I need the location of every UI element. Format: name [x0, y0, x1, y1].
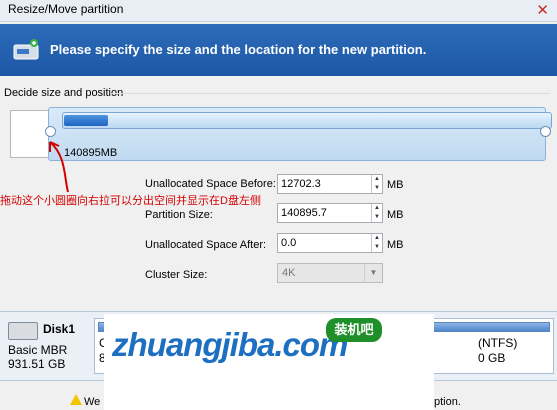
watermark-badge: 装机吧	[326, 318, 382, 342]
unallocated-after-label: Unallocated Space After:	[145, 239, 267, 251]
partition-ntfs-label: (NTFS)	[478, 336, 518, 350]
right-resize-handle[interactable]	[540, 126, 551, 137]
warning-icon	[70, 394, 82, 405]
unallocated-after-input[interactable]: 0.0 ▲ ▼	[277, 233, 383, 253]
partition-size-unit: MB	[387, 209, 404, 221]
disk-type: Basic MBR	[8, 343, 68, 357]
disk-size: 931.51 GB	[8, 357, 66, 371]
cluster-size-value: 4K	[282, 267, 296, 279]
header-banner: Please specify the size and the location…	[0, 24, 557, 76]
cluster-size-select[interactable]: 4K ▼	[277, 263, 383, 283]
watermark-text: zhuangjiba.com	[112, 326, 348, 363]
group-divider	[110, 93, 550, 94]
chevron-down-icon[interactable]: ▼	[364, 264, 382, 282]
disk-name: Disk1	[43, 322, 76, 336]
close-icon[interactable]: ✕	[536, 1, 549, 19]
banner-text: Please specify the size and the location…	[50, 42, 427, 57]
partition-used-fill	[64, 115, 108, 126]
partition-size-field-label: Partition Size:	[145, 209, 213, 221]
unallocated-after-value: 0.0	[281, 237, 297, 249]
window-title: Resize/Move partition	[8, 2, 124, 16]
partition-ntfs-detail: 0 GB	[478, 351, 506, 365]
unallocated-before-input[interactable]: 12702.3 ▲ ▼	[277, 174, 383, 194]
title-bar: Resize/Move partition ✕	[0, 0, 557, 22]
hard-disk-icon	[8, 322, 38, 340]
disk-resize-icon	[13, 39, 39, 60]
cluster-size-label: Cluster Size:	[145, 269, 208, 281]
annotation-arrow	[49, 141, 69, 193]
unallocated-before-spinner[interactable]: ▲ ▼	[371, 175, 382, 193]
annotation-text: 拖动这个小圆圈向右拉可以分出空间并显示在D盘左侧	[0, 195, 261, 207]
partition-size-value: 140895.7	[281, 207, 327, 219]
footer-text-start: We	[84, 396, 101, 408]
unallocated-before-label: Unallocated Space Before:	[145, 178, 276, 190]
unallocated-before-unit: MB	[387, 179, 404, 191]
partition-size-spinner[interactable]: ▲ ▼	[371, 204, 382, 222]
partition-size-input[interactable]: 140895.7 ▲ ▼	[277, 203, 383, 223]
group-label: Decide size and position	[4, 87, 124, 99]
unallocated-before-value: 12702.3	[281, 178, 321, 190]
footer-text-end: ption.	[434, 396, 461, 408]
unallocated-after-spinner[interactable]: ▲ ▼	[371, 234, 382, 252]
partition-bar-track	[62, 112, 552, 129]
unallocated-after-unit: MB	[387, 239, 404, 251]
